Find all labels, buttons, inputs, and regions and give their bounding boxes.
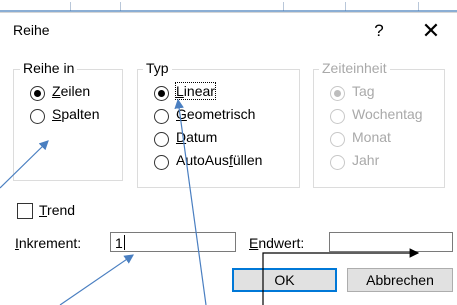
radio-day-control [330,86,345,101]
radio-day-label: Tag [352,83,375,99]
radio-date[interactable]: Datum [154,129,294,151]
radio-autofill-label: AutoAusfüllen [176,152,263,168]
date-unit-legend: Zeiteinheit [319,60,390,76]
text-caret [123,235,125,250]
step-input[interactable]: 1 [110,232,236,252]
radio-linear[interactable]: Linear [154,82,294,105]
radio-month-label: Monat [352,129,391,145]
close-icon: ✕ [421,18,441,43]
radio-year: Jahr [330,152,440,174]
radio-date-label: Datum [176,129,218,145]
top-strip [0,0,457,12]
radio-geometric-control[interactable] [154,109,169,124]
radio-columns-control[interactable] [30,109,45,124]
radio-weekday-control [330,109,345,124]
radio-year-control [330,155,345,170]
radio-columns-label: Spalten [52,106,100,122]
stop-label: Endwert: [249,235,305,251]
radio-rows-control[interactable] [30,86,45,101]
type-legend: Typ [143,60,172,76]
radio-columns[interactable]: Spalten [30,106,120,128]
radio-geometric[interactable]: Geometrisch [154,106,294,128]
radio-day: Tag [330,83,440,105]
radio-linear-control[interactable] [154,86,169,101]
radio-date-control[interactable] [154,132,169,147]
help-button[interactable]: ? [364,17,394,45]
radio-rows[interactable]: Zeilen [30,83,120,105]
radio-linear-label: Linear [175,82,216,100]
radio-year-label: Jahr [352,152,380,168]
stop-input[interactable] [329,232,453,252]
trend-checkbox[interactable] [17,203,33,219]
radio-month-control [330,132,345,147]
radio-month: Monat [330,129,440,151]
step-label: Inkrement: [15,235,82,251]
series-dialog: Reihe ? ✕ Reihe in Zeilen Spalten Typ Li… [0,12,457,305]
trend-label: Trend [39,202,76,218]
ok-button[interactable]: OK [232,268,337,292]
radio-autofill[interactable]: AutoAusfüllen [154,152,294,174]
radio-rows-label: Zeilen [52,83,91,99]
cancel-button[interactable]: Abbrechen [347,268,453,292]
radio-geometric-label: Geometrisch [176,106,256,122]
radio-autofill-control[interactable] [154,155,169,170]
close-button[interactable]: ✕ [414,16,448,46]
radio-weekday-label: Wochentag [352,106,423,122]
radio-weekday: Wochentag [330,106,440,128]
step-value: 1 [115,235,123,251]
series-in-legend: Reihe in [20,60,78,76]
dialog-title: Reihe [13,22,50,38]
